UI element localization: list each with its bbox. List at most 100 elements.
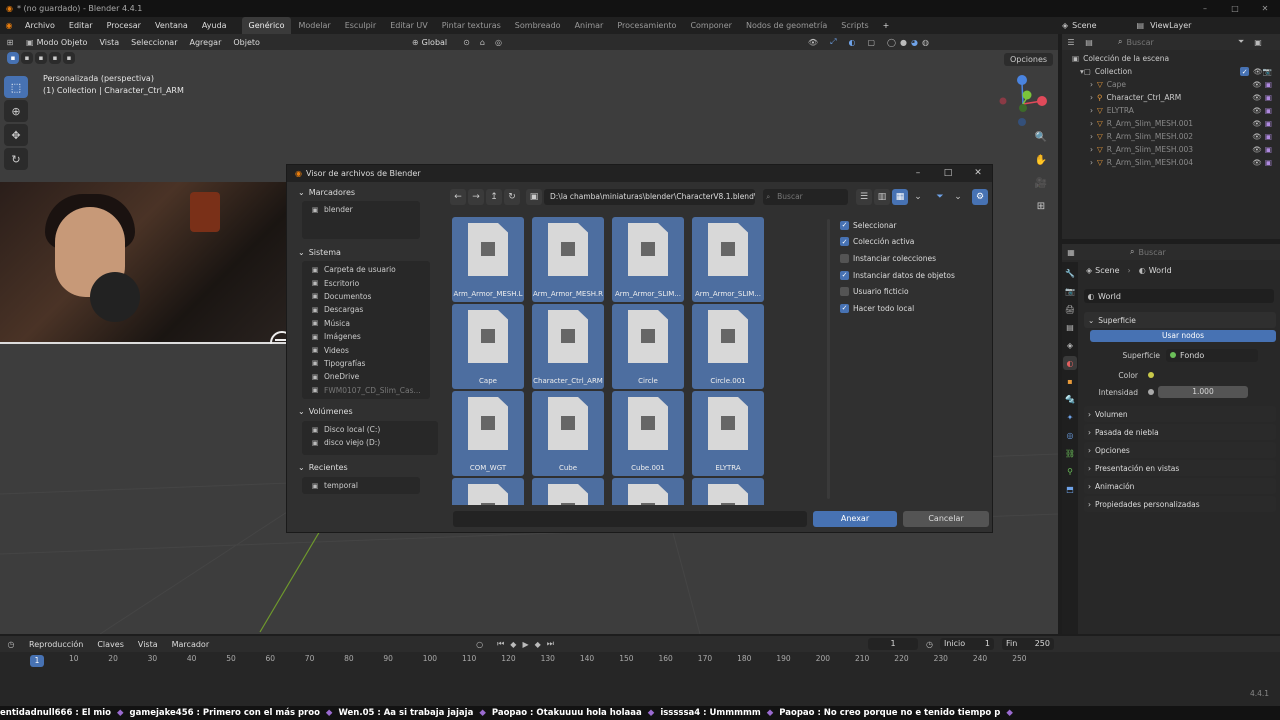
editor-type-icon[interactable]: ⊞ — [0, 38, 20, 47]
bookmarks-header[interactable]: ⌄ Marcadores — [292, 185, 438, 199]
playhead[interactable]: 1 — [30, 655, 44, 667]
mode-selector[interactable]: ▣ Modo Objeto — [20, 38, 93, 47]
file-tile[interactable] — [452, 478, 524, 505]
select-subtract-icon[interactable]: ▪ — [35, 52, 47, 64]
tab-workspace-1[interactable]: Modelar — [291, 17, 337, 34]
file-tile[interactable]: ELYTRA — [692, 391, 764, 476]
system-item[interactable]: ▣ Carpeta de usuario — [302, 263, 430, 276]
object-render-icon[interactable]: ▣ — [1265, 145, 1272, 154]
select-intersect-icon[interactable]: ▪ — [63, 52, 75, 64]
system-item[interactable]: ▣ Documentos — [302, 290, 430, 303]
record-icon[interactable]: ○ — [476, 640, 483, 649]
strength-field[interactable]: 1.000 — [1158, 386, 1248, 398]
expand-chevron-icon[interactable]: › — [1090, 145, 1093, 154]
options-dropdown[interactable]: Opciones — [1004, 53, 1054, 66]
dialog-search-field[interactable]: ⌕ Buscar — [763, 189, 848, 205]
modifier-tab-icon[interactable]: 🔩 — [1063, 392, 1077, 406]
viewport-menu-seleccionar[interactable]: Seleccionar — [125, 38, 183, 47]
timeline-menu-3[interactable]: Marcador — [165, 640, 216, 649]
filename-field[interactable] — [453, 511, 807, 527]
option-checkbox[interactable]: ✓ — [840, 303, 849, 313]
pivot-icon[interactable]: ⊙ — [463, 38, 470, 47]
end-frame-field[interactable]: Fin 250 — [1002, 638, 1054, 650]
outliner-root[interactable]: ▣ Colección de la escena — [1072, 52, 1272, 65]
blender-menu-icon[interactable]: ◉ — [0, 21, 18, 30]
expand-chevron-icon[interactable]: › — [1090, 119, 1093, 128]
option-5[interactable]: ✓ Hacer todo local — [840, 300, 990, 317]
expand-chevron-icon[interactable]: › — [1090, 132, 1093, 141]
start-frame-field[interactable]: Inicio 1 — [940, 638, 994, 650]
cancel-button[interactable]: Cancelar — [903, 511, 989, 527]
menu-procesar[interactable]: Procesar — [100, 17, 148, 34]
zoom-icon[interactable]: 🔍 — [1032, 128, 1050, 146]
option-checkbox[interactable]: ✓ — [840, 270, 849, 280]
expand-chevron-icon[interactable]: › — [1090, 80, 1093, 89]
list-view-icon[interactable]: ☰ — [856, 189, 872, 205]
volumes-item[interactable]: ▣ disco viejo (D:) — [302, 436, 438, 449]
file-tile[interactable]: Cube.001 — [612, 391, 684, 476]
collection-visibility-icon[interactable]: 👁 — [1253, 67, 1263, 76]
option-3[interactable]: ✓ Instanciar datos de objetos — [840, 267, 990, 284]
jump-start-icon[interactable]: ⏮ — [497, 639, 504, 649]
visibility-icon[interactable]: 👁 — [808, 38, 818, 47]
menu-editar[interactable]: Editar — [62, 17, 100, 34]
texture-tab-icon[interactable]: ⬒ — [1063, 482, 1077, 496]
expand-chevron-icon[interactable]: › — [1090, 158, 1093, 167]
property-section-5[interactable]: › Propiedades personalizadas — [1084, 496, 1276, 512]
tab-workspace-6[interactable]: Animar — [568, 17, 611, 34]
property-section-0[interactable]: › Volumen — [1084, 406, 1276, 422]
parent-dir-icon[interactable]: ↥ — [486, 189, 502, 205]
rotate-tool-icon[interactable]: ↻ — [4, 148, 28, 170]
camera-icon[interactable]: 🎥 — [1032, 174, 1050, 192]
system-item[interactable]: ▣ Imágenes — [302, 330, 430, 343]
recent-header[interactable]: ⌄ Recientes — [292, 461, 438, 475]
outliner-object-row[interactable]: › ▽ R_Arm_Slim_MESH.001 👁 ▣ — [1072, 117, 1272, 130]
object-render-icon[interactable]: ▣ — [1265, 106, 1272, 115]
file-grid-scrollbar[interactable] — [827, 219, 830, 499]
object-render-icon[interactable]: ▣ — [1265, 132, 1272, 141]
object-visibility-icon[interactable]: 👁 — [1252, 158, 1262, 167]
thumbnail-view-icon[interactable]: ▦ — [892, 189, 908, 205]
collection-render-icon[interactable]: 📷 — [1263, 67, 1272, 76]
data-tab-icon[interactable]: ⚲ — [1063, 464, 1077, 478]
system-item[interactable]: ▣ FWM0107_CD_Slim_Cas... — [302, 384, 430, 397]
dialog-maximize-icon[interactable]: □ — [933, 165, 963, 182]
file-tile[interactable]: Circle.001 — [692, 304, 764, 389]
object-visibility-icon[interactable]: 👁 — [1252, 106, 1262, 115]
object-visibility-icon[interactable]: 👁 — [1252, 132, 1262, 141]
view-layer-tab-icon[interactable]: ▤ — [1063, 320, 1077, 334]
system-item[interactable]: ▣ Música — [302, 317, 430, 330]
properties-type-icon[interactable]: ▦ — [1062, 248, 1080, 257]
tab-workspace-0[interactable]: Genérico — [241, 17, 292, 34]
append-button[interactable]: Anexar — [813, 511, 897, 527]
next-key-icon[interactable]: ◆ — [535, 640, 541, 649]
file-tile[interactable]: COM_WGT — [452, 391, 524, 476]
file-tile[interactable] — [532, 478, 604, 505]
timeline-type-icon[interactable]: ◷ — [0, 640, 22, 649]
scene-tab-icon[interactable]: ◈ — [1063, 338, 1077, 352]
outliner-object-row[interactable]: › ⚲ Character_Ctrl_ARM 👁 ▣ — [1072, 91, 1272, 104]
grid-toggle-icon[interactable]: ⊞ — [1032, 197, 1050, 215]
outliner-object-row[interactable]: › ▽ ELYTRA 👁 ▣ — [1072, 104, 1272, 117]
outliner-object-row[interactable]: › ▽ R_Arm_Slim_MESH.004 👁 ▣ — [1072, 156, 1272, 169]
filter-toggle-icon[interactable]: ⏷ — [932, 189, 948, 205]
world-tab-icon[interactable]: ◐ — [1063, 356, 1077, 370]
system-item[interactable]: ▣ Descargas — [302, 303, 430, 316]
property-section-2[interactable]: › Opciones — [1084, 442, 1276, 458]
file-tile[interactable]: Cape — [452, 304, 524, 389]
expand-chevron-icon[interactable]: › — [1090, 106, 1093, 115]
shading-material-icon[interactable]: ◕ — [911, 38, 918, 47]
system-item[interactable]: ▣ OneDrive — [302, 370, 430, 383]
select-extend-icon[interactable]: ▪ — [21, 52, 33, 64]
option-2[interactable]: Instanciar colecciones — [840, 250, 990, 267]
tab-workspace-8[interactable]: Componer — [683, 17, 739, 34]
tab-workspace-7[interactable]: Procesamiento — [610, 17, 683, 34]
jump-end-icon[interactable]: ⏭ — [547, 639, 554, 649]
shading-rendered-icon[interactable]: ◍ — [922, 38, 929, 47]
timeline-menu-0[interactable]: Reproducción — [22, 640, 90, 649]
option-checkbox[interactable]: ✓ — [840, 237, 849, 247]
timeline-menu-2[interactable]: Vista — [131, 640, 165, 649]
scene-name[interactable]: Scene — [1072, 21, 1096, 30]
file-tile[interactable]: Circle — [612, 304, 684, 389]
select-invert-icon[interactable]: ▪ — [49, 52, 61, 64]
